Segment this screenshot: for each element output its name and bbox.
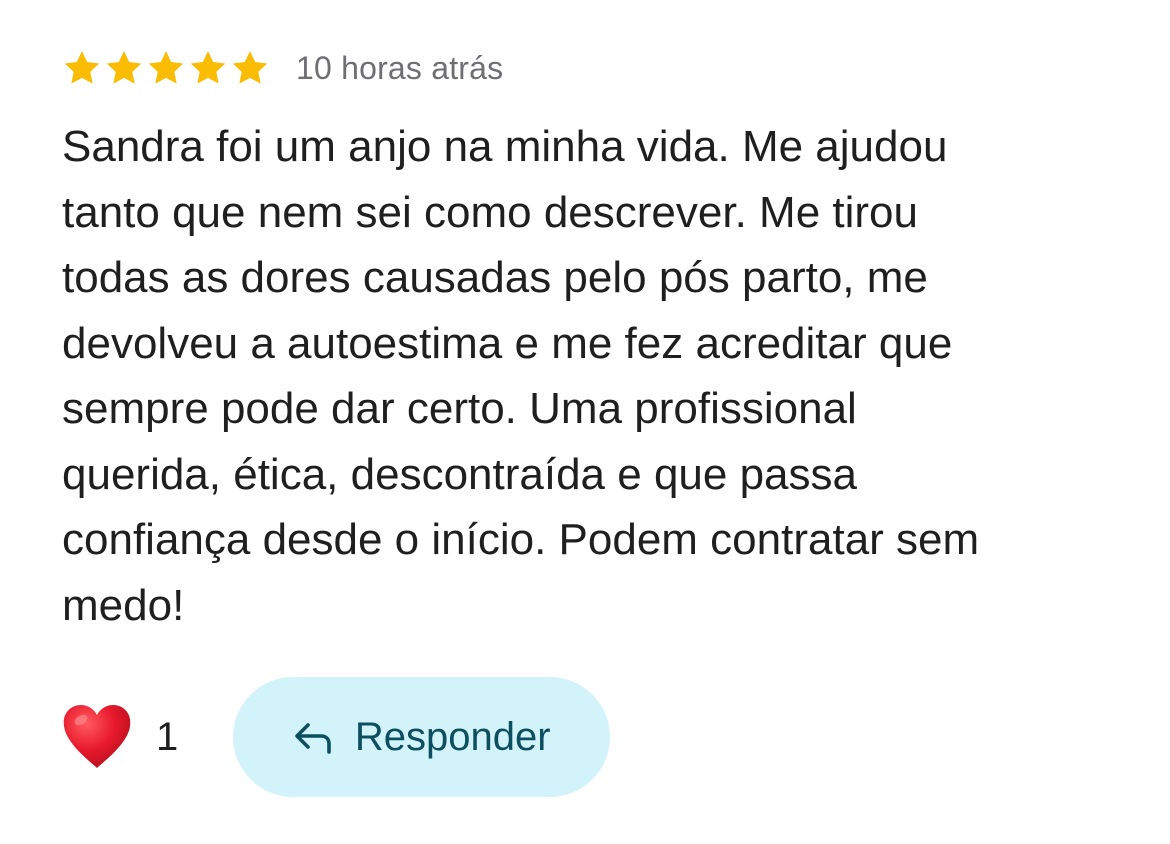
like-count: 1 — [156, 714, 179, 759]
reply-arrow-icon — [295, 723, 331, 754]
review-actions: 1 Responder — [62, 677, 611, 797]
star-icon — [190, 51, 226, 84]
review-card: 10 horas atrás Sandra foi um anjo na min… — [62, 40, 1122, 638]
star-icon — [232, 51, 268, 84]
review-text: Sandra foi um anjo na minha vida. Me aju… — [62, 122, 980, 630]
reply-button[interactable]: Responder — [233, 677, 611, 797]
review-timestamp: 10 horas atrás — [296, 49, 504, 86]
review-meta: 10 horas atrás — [62, 40, 1122, 96]
star-icon — [106, 51, 142, 84]
star-icon — [148, 51, 184, 84]
heart-icon[interactable] — [62, 704, 132, 770]
like-reaction[interactable]: 1 — [62, 677, 178, 797]
star-icon — [64, 51, 100, 84]
reply-label: Responder — [354, 714, 551, 759]
star-rating — [62, 48, 270, 88]
